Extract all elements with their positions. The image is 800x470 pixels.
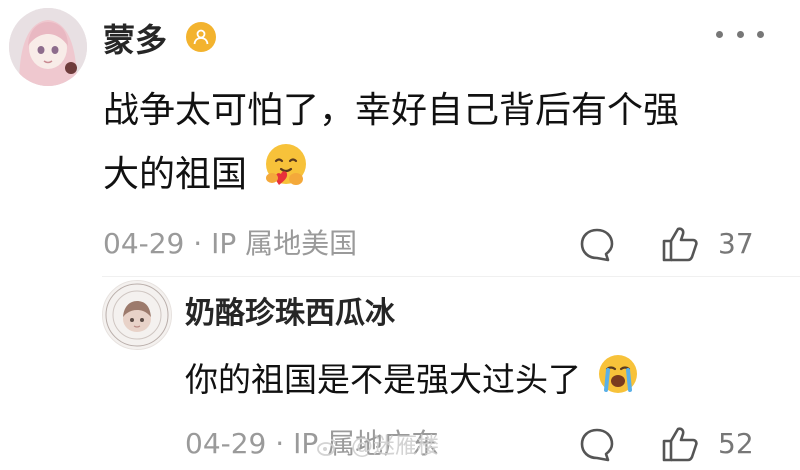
comment-line-2: 大的祖国 — [103, 154, 248, 195]
comment-date: 04-29 — [103, 227, 185, 260]
hugging-face-emoji-icon — [262, 142, 310, 210]
commenter-avatar[interactable] — [9, 8, 87, 86]
reply-text: 你的祖国是不是强大过头了 — [185, 352, 640, 411]
reply-comment-icon[interactable] — [578, 226, 616, 268]
replier-name[interactable]: 奶酪珍珠西瓜冰 — [185, 292, 395, 336]
like-thumb-icon[interactable] — [660, 224, 700, 268]
loudly-crying-face-emoji-icon — [596, 352, 640, 411]
watermark-text: @迷雁楼 — [351, 434, 440, 459]
comment-line-1: 战争太可怕了，幸好自己背后有个强 — [103, 90, 680, 131]
reply-to-reply-icon[interactable] — [578, 426, 616, 468]
reply-like-thumb-icon[interactable] — [660, 424, 700, 468]
comment-meta: 04-29 · IP 属地美国 — [103, 227, 358, 260]
commenter-name[interactable]: 蒙多 — [103, 16, 167, 64]
reply-date: 04-29 — [185, 427, 267, 460]
comment-text: 战争太可怕了，幸好自己背后有个强 大的祖国 — [103, 80, 753, 204]
weibo-logo-icon — [316, 436, 338, 458]
replier-avatar[interactable] — [102, 280, 172, 350]
comment-location: IP 属地美国 — [211, 227, 358, 260]
weibo-watermark: @迷雁楼 — [316, 432, 439, 462]
reply-like-count: 52 — [718, 427, 754, 460]
verified-user-badge-icon — [186, 22, 216, 52]
divider — [102, 276, 800, 277]
comment-like-count: 37 — [718, 227, 754, 260]
reply-text-content: 你的祖国是不是强大过头了 — [185, 360, 581, 399]
more-options-icon[interactable] — [716, 22, 764, 46]
